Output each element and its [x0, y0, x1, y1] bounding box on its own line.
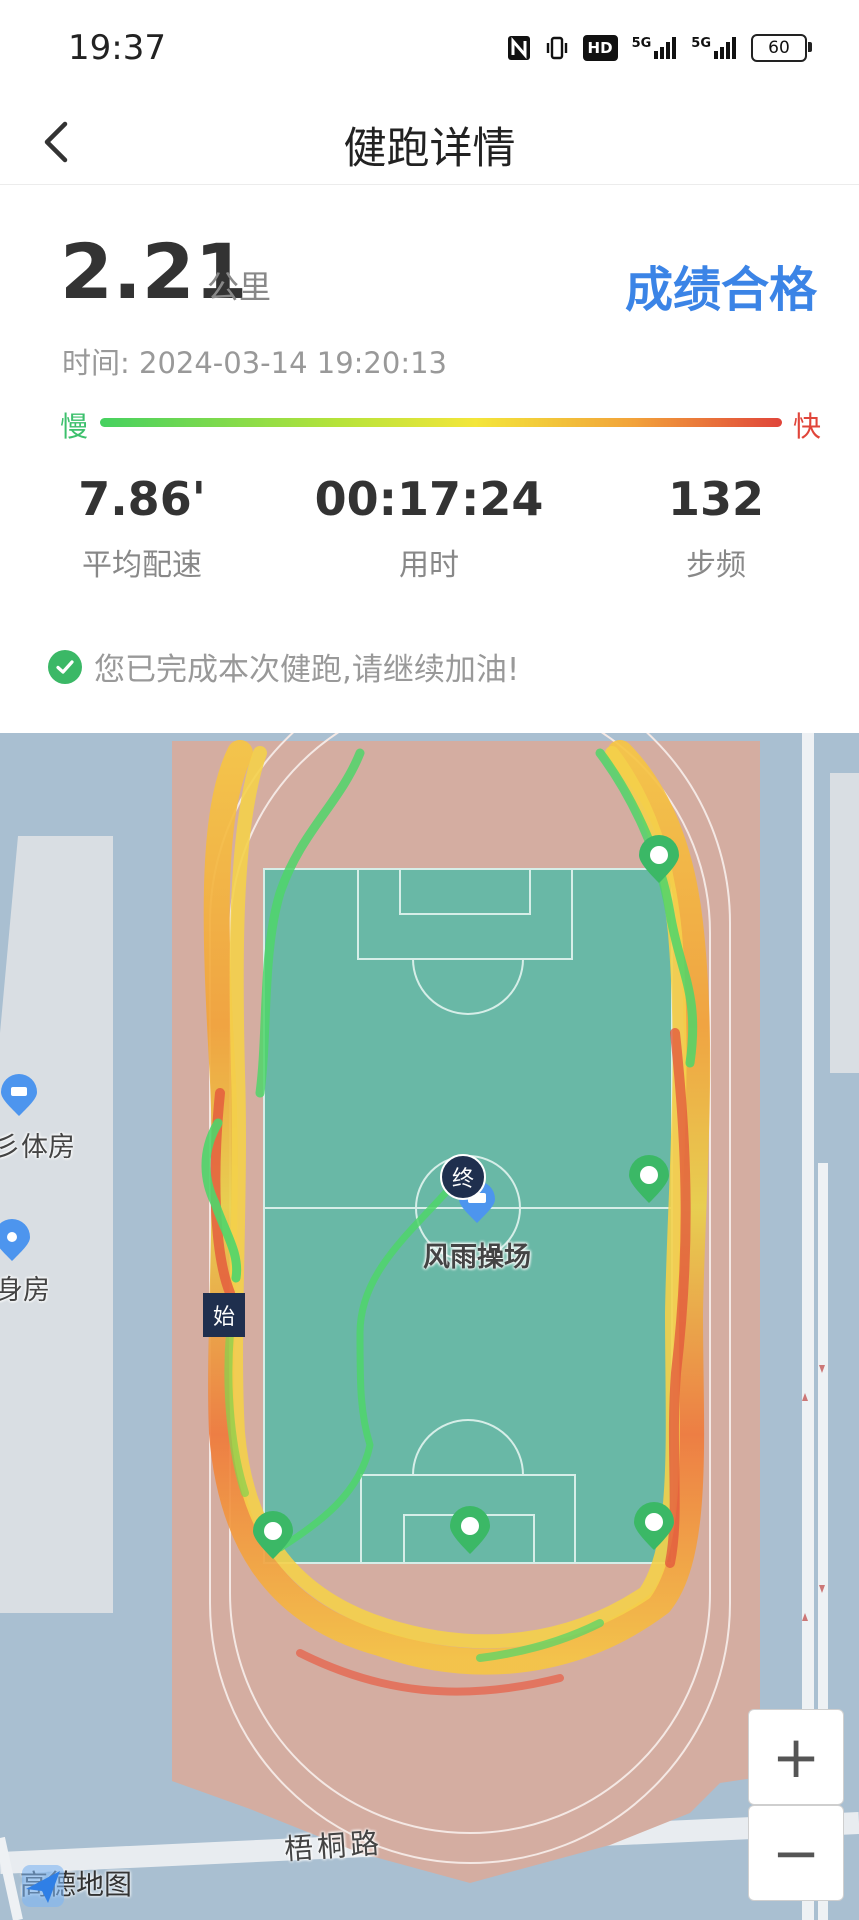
stat-cadence: 132 步频	[586, 470, 846, 584]
signal-text: 5G	[691, 36, 711, 51]
hd-icon: HD	[582, 35, 618, 61]
stat-avg-pace: 7.86' 平均配速	[12, 470, 272, 584]
completion-message: 您已完成本次健跑,请继续加油!	[48, 644, 519, 689]
start-marker: 始	[203, 1293, 245, 1337]
venue-label: 风雨操场	[423, 1242, 531, 1273]
football-pitch	[264, 869, 672, 1563]
signal-5g-icon: 5G	[691, 36, 737, 60]
stat-value: 00:17:24	[314, 472, 544, 526]
status-bar: 19:37 HD 5G 5G 60	[0, 0, 859, 100]
zoom-out-icon: −	[771, 1819, 821, 1887]
completion-text: 您已完成本次健跑,请继续加油!	[94, 652, 520, 688]
nfc-icon	[507, 35, 531, 61]
zoom-in-icon: +	[771, 1723, 821, 1791]
building-block-right	[830, 773, 859, 1073]
stat-label: 平均配速	[82, 548, 202, 583]
zoom-out-button[interactable]: −	[748, 1805, 844, 1901]
distance-unit: 公里	[207, 268, 272, 306]
vibrate-icon	[545, 35, 569, 61]
page-title: 健跑详情	[343, 124, 516, 174]
stat-value: 7.86'	[78, 472, 206, 526]
stat-label: 用时	[399, 548, 459, 583]
map-provider-logo: 高德地图	[20, 1863, 132, 1907]
status-icons: HD 5G 5G 60	[507, 34, 812, 62]
speed-slow-label: 慢	[60, 410, 89, 443]
zoom-in-button[interactable]: +	[748, 1709, 844, 1805]
signal-text: 5G	[631, 36, 652, 51]
check-circle-icon	[48, 649, 82, 684]
amap-logo-icon	[22, 1865, 64, 1907]
battery-icon: 60	[751, 34, 812, 62]
battery-level: 60	[768, 38, 790, 58]
nav-bar: 健跑详情	[0, 100, 859, 185]
poi-label: 身房	[0, 1275, 50, 1306]
speed-gradient-bar	[100, 418, 782, 427]
map-canvas	[0, 733, 859, 1920]
speed-fast-label: 快	[793, 410, 822, 443]
end-marker: 终	[440, 1154, 486, 1200]
stat-value: 132	[667, 472, 765, 526]
run-timestamp: 时间: 2024-03-14 19:20:13	[62, 346, 447, 380]
signal-5g-icon: 5G	[632, 36, 678, 60]
stat-label: 步频	[686, 548, 746, 583]
route-map[interactable]: 终 始 风雨操场 彡体房 身房 梧桐路 + − 高德地图	[0, 733, 859, 1920]
stat-duration: 00:17:24 用时	[299, 470, 559, 584]
hd-text: HD	[587, 39, 613, 57]
grade-badge: 成绩合格	[624, 262, 817, 318]
road-label: 梧桐路	[283, 1825, 385, 1867]
poi-label: 彡体房	[0, 1132, 75, 1163]
status-time: 19:37	[68, 28, 166, 68]
